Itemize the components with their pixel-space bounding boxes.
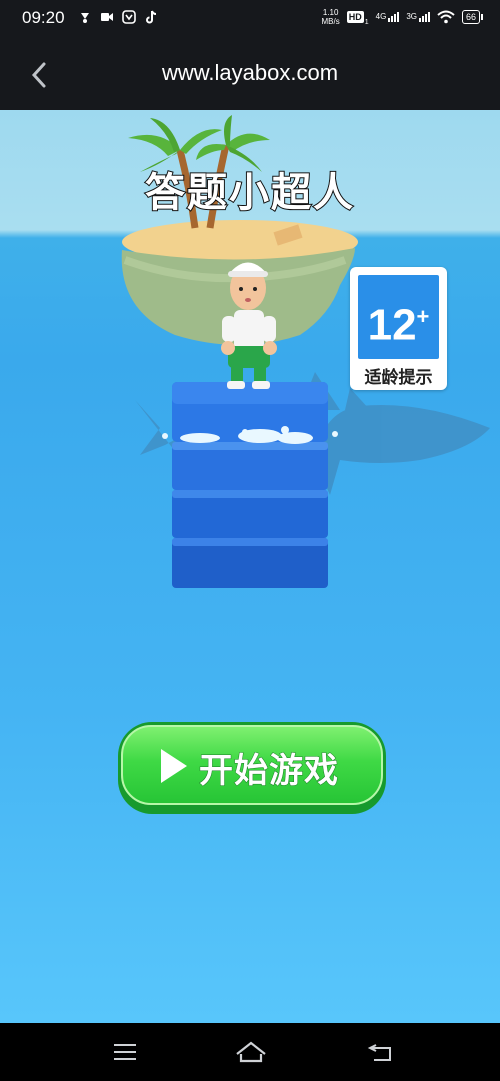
- signal-3g: 3G: [406, 12, 430, 22]
- hd-sub: 1: [364, 19, 369, 26]
- shield-icon: [122, 10, 136, 24]
- play-icon: [161, 749, 187, 783]
- system-nav-bar: [0, 1023, 500, 1081]
- video-icon: [101, 13, 113, 21]
- start-game-button[interactable]: 开始游戏: [118, 722, 386, 814]
- network-label-3g: 3G: [406, 12, 417, 21]
- status-indicators: 1.10 MB/s HD 1 4G 3G 66: [322, 8, 484, 26]
- age-rating-plus: +: [416, 304, 430, 329]
- page-url: www.layabox.com: [161, 60, 339, 85]
- game-canvas[interactable]: 答题小超人 12+ 适龄提示 开始游戏: [0, 110, 500, 1023]
- network-label-4g: 4G: [375, 12, 387, 21]
- block-stack: [172, 382, 328, 588]
- speed-unit: MB/s: [321, 17, 340, 26]
- back-icon[interactable]: [366, 1039, 396, 1065]
- age-rating-number: 12+: [358, 275, 439, 359]
- tiktok-icon: [146, 10, 157, 24]
- age-rating-badge[interactable]: 12+ 适龄提示: [350, 267, 447, 390]
- speed-value: 1.10: [322, 8, 339, 17]
- browser-header: www.layabox.com: [0, 38, 500, 110]
- app-icon: [81, 13, 89, 23]
- home-icon[interactable]: [234, 1039, 268, 1065]
- signal-4g: 4G: [376, 12, 400, 22]
- status-bar: 09:20 1.10 MB/s HD 1 4G 3G 66: [0, 0, 500, 38]
- start-game-button-face: 开始游戏: [121, 725, 383, 805]
- wifi-icon: [437, 10, 455, 24]
- hd-badge: HD: [346, 11, 364, 23]
- game-title: 答题小超人: [144, 169, 355, 217]
- battery-indicator: 66: [461, 10, 484, 24]
- menu-icon[interactable]: [111, 1039, 141, 1065]
- notification-icons: [78, 10, 158, 24]
- game-scene: [121, 115, 490, 588]
- start-game-label: 开始游戏: [199, 751, 339, 792]
- age-rating-label: 适龄提示: [364, 368, 433, 388]
- network-speed: 1.10 MB/s: [322, 8, 340, 26]
- age-rating-value: 12: [367, 300, 417, 350]
- status-time: 09:20: [22, 8, 65, 27]
